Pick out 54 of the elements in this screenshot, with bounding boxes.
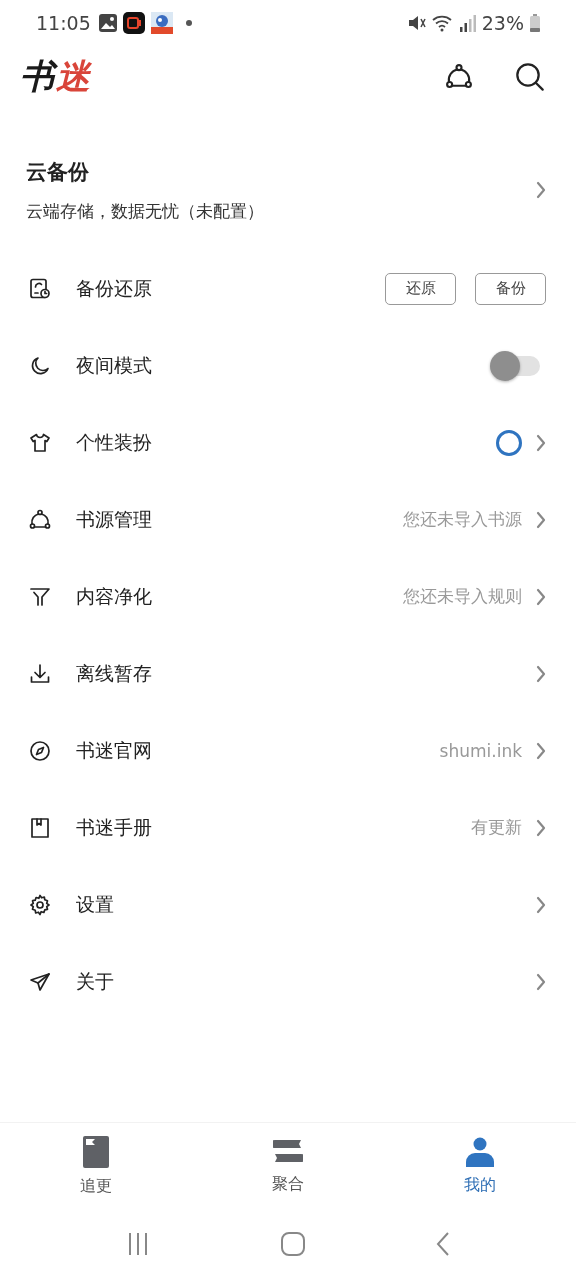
- item-detail: shumi.ink: [439, 740, 522, 761]
- section-subtitle: 云端存储，数据无忧（未配置）: [26, 199, 265, 223]
- logo-glyph: 书: [20, 54, 56, 100]
- chevron-icon: [536, 741, 546, 760]
- chevron-icon: [536, 972, 546, 991]
- bookmark-book-icon: [28, 815, 52, 840]
- download-icon: [28, 661, 52, 686]
- chevron-icon: [536, 510, 546, 529]
- menu-item-label[interactable]: 夜间模式: [76, 352, 152, 379]
- menu-item-label[interactable]: 备份还原: [76, 275, 152, 302]
- signal-icon: [459, 14, 476, 32]
- menu-item-label[interactable]: 离线暂存: [76, 660, 152, 687]
- nav-tab[interactable]: 聚合: [192, 1123, 384, 1209]
- nav-tab[interactable]: 我的: [384, 1123, 576, 1209]
- book-flag-icon: [83, 1135, 109, 1168]
- menu-item-label[interactable]: 内容净化: [76, 583, 152, 610]
- home-icon[interactable]: [281, 1232, 305, 1256]
- backup-device-icon: [28, 276, 52, 301]
- toggle-switch[interactable]: [492, 353, 542, 378]
- chevron-icon: [536, 181, 546, 199]
- menu-item-label[interactable]: 设置: [76, 891, 114, 918]
- chevron-icon: [536, 587, 546, 606]
- person-icon: [466, 1136, 494, 1167]
- search-icon: [514, 61, 546, 93]
- menu-item-label[interactable]: 书源管理: [76, 506, 152, 533]
- item-detail: 有更新: [471, 816, 522, 839]
- status-time: 11:05: [36, 12, 91, 34]
- battery-percent: 23%: [481, 12, 524, 34]
- item-detail: 您还未导入规则: [403, 585, 522, 608]
- app-notification-icon: [150, 12, 173, 34]
- wifi-icon: [431, 14, 454, 32]
- battery-icon: [530, 14, 540, 32]
- menu-item-label[interactable]: 关于: [76, 968, 114, 995]
- settings-icon: [28, 892, 52, 917]
- chevron-icon: [536, 818, 546, 837]
- nav-tab[interactable]: 追更: [0, 1123, 192, 1209]
- logo-glyph: 迷: [56, 55, 92, 98]
- menu-item-label[interactable]: 书迷官网: [76, 737, 152, 764]
- chevron-icon: [536, 433, 546, 452]
- menu-item-label[interactable]: 书迷手册: [76, 814, 152, 841]
- app-notification-icon: [122, 12, 145, 34]
- section-title: 云备份: [26, 158, 90, 186]
- dot-icon: [184, 19, 193, 27]
- chevron-icon: [536, 664, 546, 683]
- menu-item-label[interactable]: 个性装扮: [76, 429, 152, 456]
- outline-button[interactable]: 还原: [385, 272, 456, 305]
- compass-icon: [28, 738, 52, 763]
- nodes-icon: [28, 507, 52, 532]
- mute-icon: [407, 14, 426, 32]
- image-icon: [98, 14, 117, 32]
- back-icon[interactable]: [436, 1232, 451, 1256]
- chevron-icon: [536, 895, 546, 914]
- item-detail: 您还未导入书源: [403, 508, 522, 531]
- outline-button[interactable]: 备份: [475, 272, 546, 305]
